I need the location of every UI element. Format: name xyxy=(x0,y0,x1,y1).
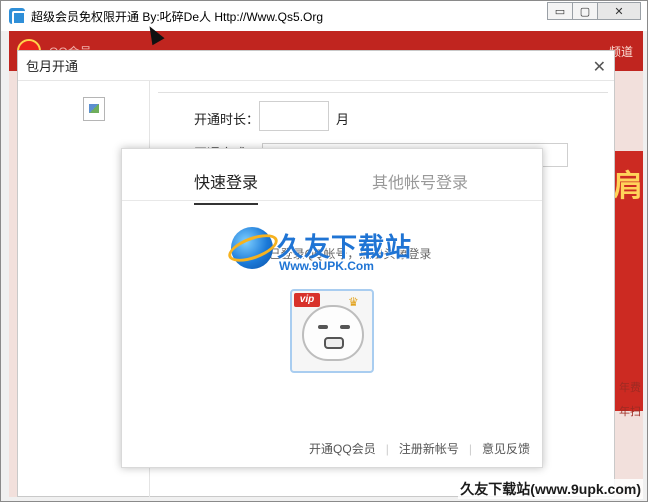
open-qq-vip-link[interactable]: 开通QQ会员 xyxy=(309,440,376,457)
broken-image-icon xyxy=(83,97,105,121)
login-links: 开通QQ会员 | 注册新帐号 | 意见反馈 xyxy=(309,440,530,457)
divider xyxy=(158,92,608,93)
tab-other-account-login[interactable]: 其他帐号登录 xyxy=(372,169,468,193)
link-separator: | xyxy=(385,441,389,456)
watermark-logo: 久友下载站 Www.9UPK.Com xyxy=(224,227,431,277)
dialog-header: 包月开通 ✕ xyxy=(18,51,614,81)
watermark-footer: 久友下载站(www.9upk.com) xyxy=(458,479,643,499)
dialog-title: 包月开通 xyxy=(26,59,79,74)
vip-badge: vip xyxy=(294,293,320,307)
watermark-url: Www.9UPK.Com xyxy=(279,259,374,273)
login-tabs: 快速登录 其他帐号登录 xyxy=(122,149,542,205)
right-eye xyxy=(340,325,350,329)
feedback-link[interactable]: 意见反馈 xyxy=(482,440,530,457)
promo-banner: 肩 xyxy=(613,151,643,411)
dialog-close-icon[interactable]: ✕ xyxy=(593,57,606,77)
qq-login-popup: 快速登录 其他帐号登录 检测到已登录QQ帐号，点击头像登录 vip ♛ 开通QQ… xyxy=(121,148,543,468)
window-title: 超级会员免权限开通 By:叱碎De人 Http://Www.Qs5.Org xyxy=(31,9,324,24)
meme-face-icon xyxy=(302,305,364,361)
promo-glyph: 肩 xyxy=(613,170,643,203)
duration-input[interactable] xyxy=(259,101,329,131)
register-link[interactable]: 注册新帐号 xyxy=(399,440,459,457)
left-eye xyxy=(318,325,328,329)
duration-unit: 月 xyxy=(336,112,350,127)
mouth xyxy=(324,337,344,349)
close-button[interactable]: ✕ xyxy=(597,2,641,20)
window-controls: ▭ ▢ ✕ xyxy=(547,2,641,20)
promo-text-2: 年扫 xyxy=(619,406,641,418)
minimize-button[interactable]: ▭ xyxy=(547,2,573,20)
app-window: 超级会员免权限开通 By:叱碎De人 Http://Www.Qs5.Org ▭ … xyxy=(0,0,648,502)
crown-icon: ♛ xyxy=(348,295,359,309)
account-avatar[interactable]: vip ♛ xyxy=(290,289,374,373)
title-bar[interactable]: 超级会员免权限开通 By:叱碎De人 Http://Www.Qs5.Org ▭ … xyxy=(1,1,647,31)
app-icon xyxy=(9,8,26,25)
maximize-button[interactable]: ▢ xyxy=(572,2,598,20)
link-separator: | xyxy=(468,441,472,456)
promo-text-1: 年费 xyxy=(619,382,641,394)
duration-label: 开通时长： xyxy=(194,112,260,127)
tab-quick-login[interactable]: 快速登录 xyxy=(194,169,259,205)
